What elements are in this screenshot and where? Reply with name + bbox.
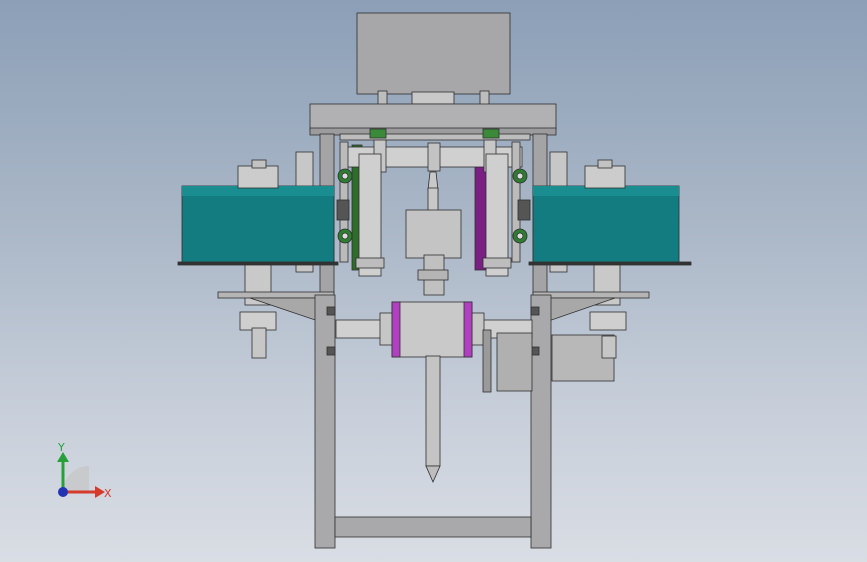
drive-motor-block[interactable] [496, 332, 533, 392]
right-frame-leg [530, 294, 552, 549]
central-spindle-tip[interactable] [427, 171, 439, 191]
left-drum[interactable] [181, 185, 335, 264]
x-axis-label: X [104, 487, 112, 500]
y-axis-label: Y [58, 441, 65, 454]
left-frame-leg [314, 294, 336, 549]
central-mandrel[interactable] [405, 209, 462, 259]
coordinate-triad: Y X [45, 440, 115, 510]
lower-spindle[interactable] [425, 355, 441, 467]
cad-model-viewport[interactable]: Y X [0, 0, 867, 562]
top-crossbeam[interactable] [309, 103, 557, 131]
machine-assembly-drawing[interactable] [0, 0, 867, 562]
drive-gear[interactable] [482, 329, 492, 393]
top-motor-housing[interactable] [356, 12, 511, 95]
central-roller[interactable] [391, 301, 473, 358]
magenta-ring [391, 301, 401, 358]
bottom-crossbar [334, 516, 532, 538]
right-drum[interactable] [532, 185, 680, 264]
